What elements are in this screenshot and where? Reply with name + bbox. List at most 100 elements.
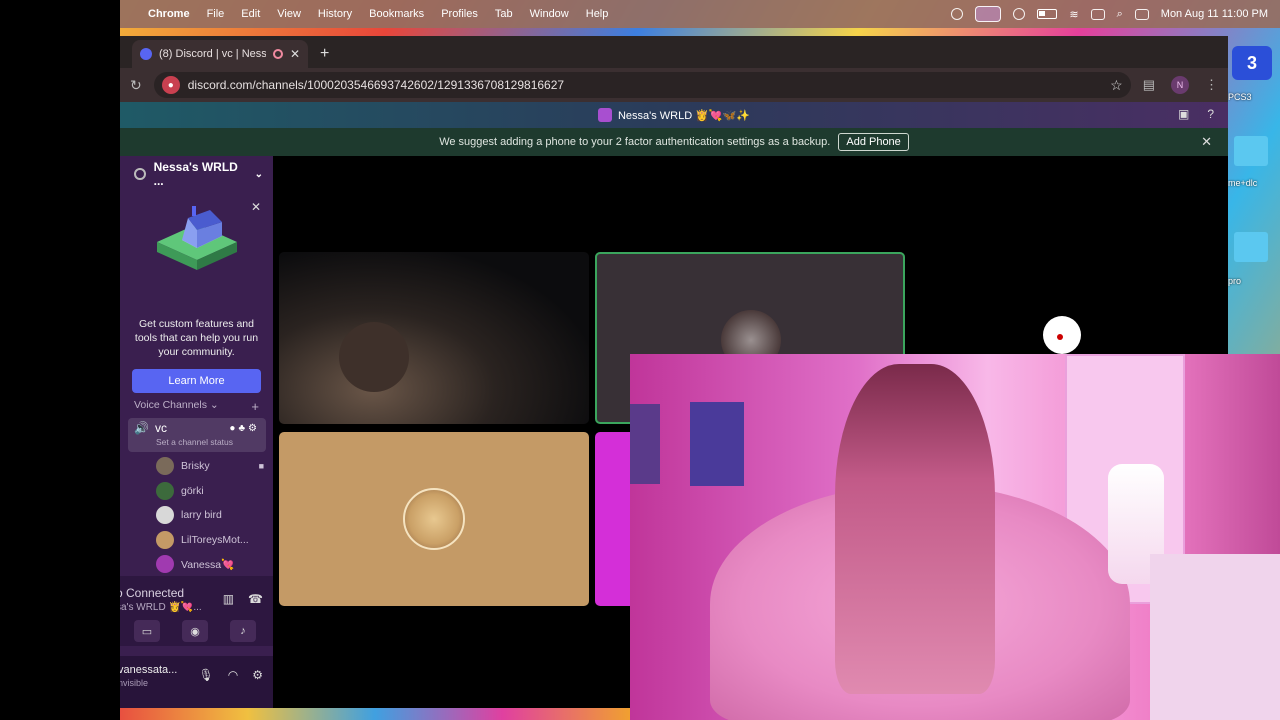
menu-history[interactable]: History (318, 8, 352, 20)
menu-tab[interactable]: Tab (495, 8, 513, 20)
new-tab-icon[interactable]: + (320, 45, 329, 63)
desktop-label-dlc[interactable]: me+dlc (1228, 178, 1257, 188)
menu-app[interactable]: Chrome (148, 8, 190, 20)
mute-mic-icon[interactable]: 🎙 (199, 668, 214, 682)
folder-icon-2[interactable] (1234, 232, 1268, 262)
user-settings-icon[interactable]: ⚙ (252, 668, 263, 682)
left-black-strip (0, 0, 120, 720)
learn-more-button[interactable]: Learn More (132, 369, 261, 393)
tab-discord[interactable]: (8) Discord | vc | Nessa's ✕ (132, 40, 308, 68)
user-panel: vanessata... nvisible 🎙 ◠ ⚙ (120, 656, 273, 708)
settings-gear-icon[interactable]: ⚙ (248, 423, 260, 434)
channel-sidebar: Nessa's WRLD ... ⌄ ✕ Get custom features… (120, 156, 273, 708)
bookmark-star-icon[interactable]: ☆ (1110, 77, 1123, 94)
voice-category-label: Voice Channels (134, 399, 207, 411)
control-center-icon[interactable] (1090, 8, 1105, 20)
noise-suppression-icon[interactable]: ▥ (223, 592, 234, 606)
url-text[interactable]: discord.com/channels/1000203546693742602… (188, 78, 1102, 92)
search-icon[interactable]: ⌕ (1117, 8, 1123, 21)
desktop-label-pro[interactable]: pro (1228, 276, 1241, 286)
member-brisky[interactable]: Brisky ■ (156, 456, 264, 476)
webcam-overlay (630, 354, 1280, 720)
speaker-icon: 🔊 (134, 421, 149, 435)
video-tile-liltoreys[interactable] (279, 432, 589, 606)
notice-text: We suggest adding a phone to your 2 fact… (439, 136, 831, 148)
avatar (156, 555, 174, 573)
soundboard-icon[interactable]: ♪ (230, 620, 256, 642)
battery-icon[interactable] (1037, 9, 1058, 19)
inbox-icon[interactable]: ▣ (1178, 107, 1189, 121)
chevron-down-icon: ⌄ (206, 399, 219, 411)
channel-vc[interactable]: 🔊 vc ●♣⚙ Set a channel status (128, 418, 266, 452)
tab-title: (8) Discord | vc | Nessa's (159, 48, 266, 60)
streamer (835, 364, 995, 694)
title-icons: ▣ ? (1178, 107, 1214, 121)
member-vanessa[interactable]: Vanessa💘 (156, 554, 264, 574)
notice-banner: We suggest adding a phone to your 2 fact… (120, 128, 1228, 156)
member-name: görki (181, 485, 204, 497)
notice-close-icon[interactable]: ✕ (1201, 134, 1212, 150)
menu-profiles[interactable]: Profiles (441, 8, 478, 20)
member-liltoreys[interactable]: LilToreysMot... (156, 530, 264, 550)
avatar (403, 488, 465, 550)
promo-card: ✕ Get custom features and tools that can… (120, 192, 273, 393)
desktop-label-pcs3[interactable]: PCS3 (1228, 92, 1252, 102)
folder-icon[interactable] (1234, 136, 1268, 166)
help-icon[interactable]: ? (1207, 107, 1214, 121)
headphones-icon[interactable]: ◠ (228, 668, 238, 682)
invite-icon[interactable]: ♣ (238, 423, 248, 434)
server-header[interactable]: Nessa's WRLD ... ⌄ (120, 156, 273, 192)
profile-avatar[interactable]: N (1171, 76, 1189, 94)
user-switch-icon[interactable] (1134, 8, 1149, 20)
screen-record-icon[interactable] (975, 6, 1002, 22)
address-bar[interactable]: ● discord.com/channels/10002035466937426… (153, 72, 1131, 98)
video-tile-brisky[interactable] (279, 252, 589, 424)
promo-close-icon[interactable]: ✕ (251, 200, 261, 214)
play-icon[interactable] (1013, 8, 1026, 20)
tab-strip: (8) Discord | vc | Nessa's ✕ + (120, 36, 1228, 68)
menu-view[interactable]: View (277, 8, 301, 20)
avatar (156, 457, 174, 475)
promo-text: Get custom features and tools that can h… (134, 318, 259, 358)
menu-help[interactable]: Help (586, 8, 609, 20)
avatar (156, 482, 174, 500)
channel-status[interactable]: Set a channel status (156, 437, 260, 447)
server-badge-icon (134, 168, 146, 180)
disconnect-icon[interactable]: ☎ (248, 592, 263, 606)
menu-bar: Chrome File Edit View History Bookmarks … (120, 0, 1280, 28)
focus-icon[interactable] (951, 8, 964, 20)
username[interactable]: vanessata... (120, 664, 177, 676)
server-icon (597, 108, 612, 122)
voice-connected-label[interactable]: o Connected (120, 586, 184, 600)
video-tile-vanessa[interactable] (595, 432, 635, 606)
activities-icon[interactable]: ◉ (182, 620, 208, 642)
voice-category[interactable]: Voice Channels ⌄ + (134, 399, 259, 414)
add-phone-button[interactable]: Add Phone (838, 133, 909, 151)
member-gorki[interactable]: görki (156, 481, 264, 501)
camera-icon: ■ (258, 461, 264, 471)
recording-icon (272, 49, 283, 59)
channel-tools: ●♣⚙ (229, 423, 260, 434)
house-illustration-icon (156, 206, 237, 270)
wifi-icon[interactable]: ≋ (1069, 8, 1078, 21)
desk (1150, 554, 1280, 720)
discord-window-title: Nessa's WRLD 👸💘🦋✨ (617, 109, 751, 122)
more-menu-icon[interactable]: ⋮ (1205, 77, 1218, 93)
ghost-avatar-icon[interactable] (1043, 316, 1081, 354)
webcam-figure (339, 322, 409, 392)
clock[interactable]: Mon Aug 11 11:00 PM (1161, 8, 1268, 20)
add-channel-icon[interactable]: + (251, 399, 259, 414)
tab-close-icon[interactable]: ✕ (290, 47, 300, 61)
menu-bookmarks[interactable]: Bookmarks (369, 8, 424, 20)
menu-file[interactable]: File (207, 8, 225, 20)
screen-share-icon[interactable]: ▭ (134, 620, 160, 642)
menu-edit[interactable]: Edit (241, 8, 260, 20)
chevron-down-icon: ⌄ (254, 168, 263, 180)
reload-icon[interactable]: ↻ (130, 77, 142, 94)
member-larry-bird[interactable]: larry bird (156, 505, 264, 525)
sidebar-icon[interactable]: ▤ (1143, 77, 1155, 93)
pcs3-app-icon[interactable]: 3 (1232, 46, 1272, 80)
menu-window[interactable]: Window (530, 8, 569, 20)
voice-server-label[interactable]: sa's WRLD 👸💘... (120, 602, 202, 613)
microphone-icon[interactable]: ● (161, 76, 180, 94)
